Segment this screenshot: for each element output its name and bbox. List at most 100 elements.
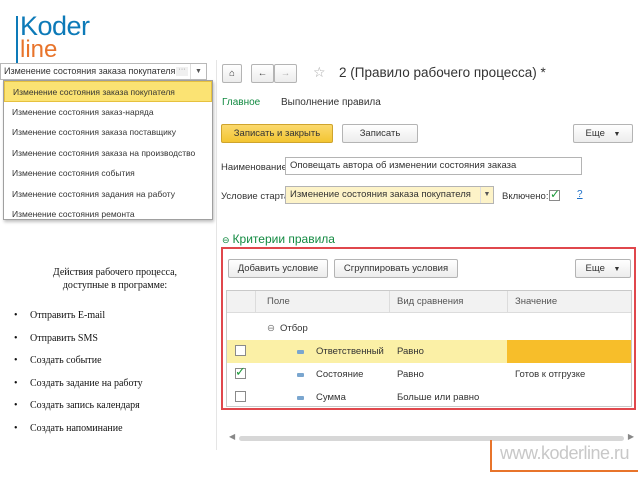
actions-heading: Действия рабочего процесса, доступные в …: [52, 267, 178, 291]
row-compare: Равно: [397, 346, 424, 357]
logo-bar: [16, 16, 18, 66]
chevron-down-icon: ▼: [613, 131, 621, 138]
action-item: • Отправить E-mail: [14, 305, 214, 328]
event-type-combo[interactable]: Изменение состояния заказа покупателя ··…: [0, 63, 207, 80]
table-row[interactable]: ✓ Состояние Равно Готов к отгрузке: [227, 363, 631, 386]
panel-divider: [216, 60, 217, 450]
action-item: • Создать событие: [14, 350, 214, 373]
tab-execution[interactable]: Выполнение правила: [281, 97, 381, 108]
koderline-logo: Koder line: [14, 6, 106, 68]
action-label: Создать задание на работу: [30, 377, 143, 389]
back-button[interactable]: ←: [251, 64, 274, 83]
header-compare[interactable]: Вид сравнения: [397, 296, 463, 307]
footer-accent-line: [490, 470, 638, 472]
row-compare: Больше или равно: [397, 392, 480, 403]
action-item: • Отправить SMS: [14, 328, 214, 351]
group-conditions-button[interactable]: Сгруппировать условия: [334, 259, 458, 278]
enabled-label: Включено:: [502, 191, 549, 202]
field-icon: [297, 373, 304, 377]
tab-main[interactable]: Главное: [222, 97, 260, 108]
chevron-down-icon: ▼: [613, 266, 621, 273]
collapse-icon[interactable]: ⊖: [267, 323, 275, 334]
header-value[interactable]: Значение: [515, 296, 557, 307]
action-item: • Создать запись календаря: [14, 395, 214, 418]
start-condition-field[interactable]: Изменение состояния заказа покупателя ▼: [285, 186, 494, 204]
table-header: Поле Вид сравнения Значение: [227, 291, 631, 313]
action-label: Отправить E-mail: [30, 310, 106, 321]
column-divider: [389, 291, 390, 313]
actions-list: • Отправить E-mail • Отправить SMS • Создат…: [14, 305, 214, 440]
dropdown-item-order-customer[interactable]: Изменение состояния заказа покупателя: [4, 81, 212, 102]
dropdown-item-event[interactable]: Изменение состояния события: [4, 163, 212, 184]
row-compare: Равно: [397, 369, 424, 380]
dropdown-item-job[interactable]: Изменение состояния задания на работу: [4, 184, 212, 205]
name-field[interactable]: Оповещать автора об изменении состояния …: [285, 157, 582, 175]
row-field: Ответственный: [316, 346, 384, 357]
action-label: Создать событие: [30, 355, 102, 366]
action-label: Создать запись календаря: [30, 400, 140, 411]
action-item: • Создать напоминание: [14, 418, 214, 441]
row-checkbox[interactable]: [235, 391, 246, 402]
bullet-icon: •: [14, 400, 18, 411]
checkmark-icon: ✓: [550, 187, 561, 201]
event-type-dropdown[interactable]: Изменение состояния заказа покупателя ··…: [0, 63, 213, 220]
horizontal-scrollbar[interactable]: ◀ ▶: [229, 432, 634, 442]
bullet-icon: •: [14, 377, 18, 389]
table-row[interactable]: Ответственный Равно: [227, 340, 631, 363]
more-label: Еще: [585, 128, 605, 139]
save-and-close-button[interactable]: Записать и закрыть: [221, 124, 333, 143]
criteria-more-button[interactable]: Еще ▼: [575, 259, 631, 278]
column-divider: [255, 291, 256, 313]
action-label: Создать напоминание: [30, 422, 123, 434]
action-label: Отправить SMS: [30, 332, 98, 344]
enabled-checkbox[interactable]: ✓: [549, 187, 561, 201]
help-link[interactable]: ?: [577, 189, 583, 200]
arrow-right-icon: →: [280, 68, 291, 79]
bullet-icon: •: [14, 310, 18, 321]
event-type-list: Изменение состояния заказа покупателя Из…: [3, 80, 213, 220]
start-condition-value: Изменение состояния заказа покупателя: [290, 189, 471, 200]
dropdown-item-supplier-order[interactable]: Изменение состояния заказа поставщику: [4, 122, 212, 143]
bullet-icon: •: [14, 422, 18, 434]
row-value: Готов к отгрузке: [515, 369, 586, 380]
home-button[interactable]: ⌂: [222, 64, 242, 83]
footer-accent-vertical: [490, 440, 492, 472]
chevron-down-icon[interactable]: ▼: [190, 64, 206, 79]
more-label: Еще: [585, 263, 605, 274]
home-icon: ⌂: [229, 68, 235, 79]
forward-button[interactable]: →: [274, 64, 297, 83]
row-field: Состояние: [316, 369, 364, 380]
group-label: Отбор: [280, 323, 308, 334]
header-field[interactable]: Поле: [267, 296, 290, 307]
add-condition-button[interactable]: Добавить условие: [228, 259, 328, 278]
field-icon: [297, 396, 304, 400]
dropdown-item-repair[interactable]: Изменение состояния ремонта: [4, 204, 212, 225]
action-item: • Создать задание на работу: [14, 373, 214, 396]
logo-text-line: line: [20, 36, 58, 63]
row-checkbox[interactable]: ✓: [235, 364, 246, 379]
checkmark-icon: ✓: [235, 364, 246, 379]
row-value-cell[interactable]: [507, 340, 631, 363]
star-icon[interactable]: ☆: [313, 64, 326, 81]
criteria-section-title[interactable]: ⊖ Критерии правила: [222, 232, 335, 246]
save-button[interactable]: Записать: [342, 124, 418, 143]
dropdown-item-production-order[interactable]: Изменение состояния заказа на производст…: [4, 143, 212, 164]
scroll-left-icon[interactable]: ◀: [229, 432, 235, 441]
bullet-icon: •: [14, 332, 18, 344]
row-checkbox[interactable]: [235, 345, 246, 356]
start-condition-label: Условие старта:: [221, 191, 292, 202]
name-label: Наименование:: [221, 162, 290, 173]
event-type-combo-value: Изменение состояния заказа покупателя: [4, 66, 176, 76]
table-row[interactable]: Сумма Больше или равно: [227, 386, 631, 407]
group-row[interactable]: ⊖ Отбор: [227, 317, 631, 340]
more-button[interactable]: Еще ▼: [573, 124, 633, 143]
bullet-icon: •: [14, 355, 18, 366]
field-icon: [297, 350, 304, 354]
ellipsis-icon[interactable]: ···: [176, 66, 188, 76]
chevron-down-icon[interactable]: ▼: [480, 187, 493, 203]
criteria-table: Поле Вид сравнения Значение ⊖ Отбор Отве…: [226, 290, 632, 407]
scroll-thumb[interactable]: [239, 436, 624, 441]
form-title: 2 (Правило рабочего процесса) *: [339, 65, 546, 80]
dropdown-item-work-order[interactable]: Изменение состояния заказ-наряда: [4, 102, 212, 123]
scroll-right-icon[interactable]: ▶: [628, 432, 634, 441]
